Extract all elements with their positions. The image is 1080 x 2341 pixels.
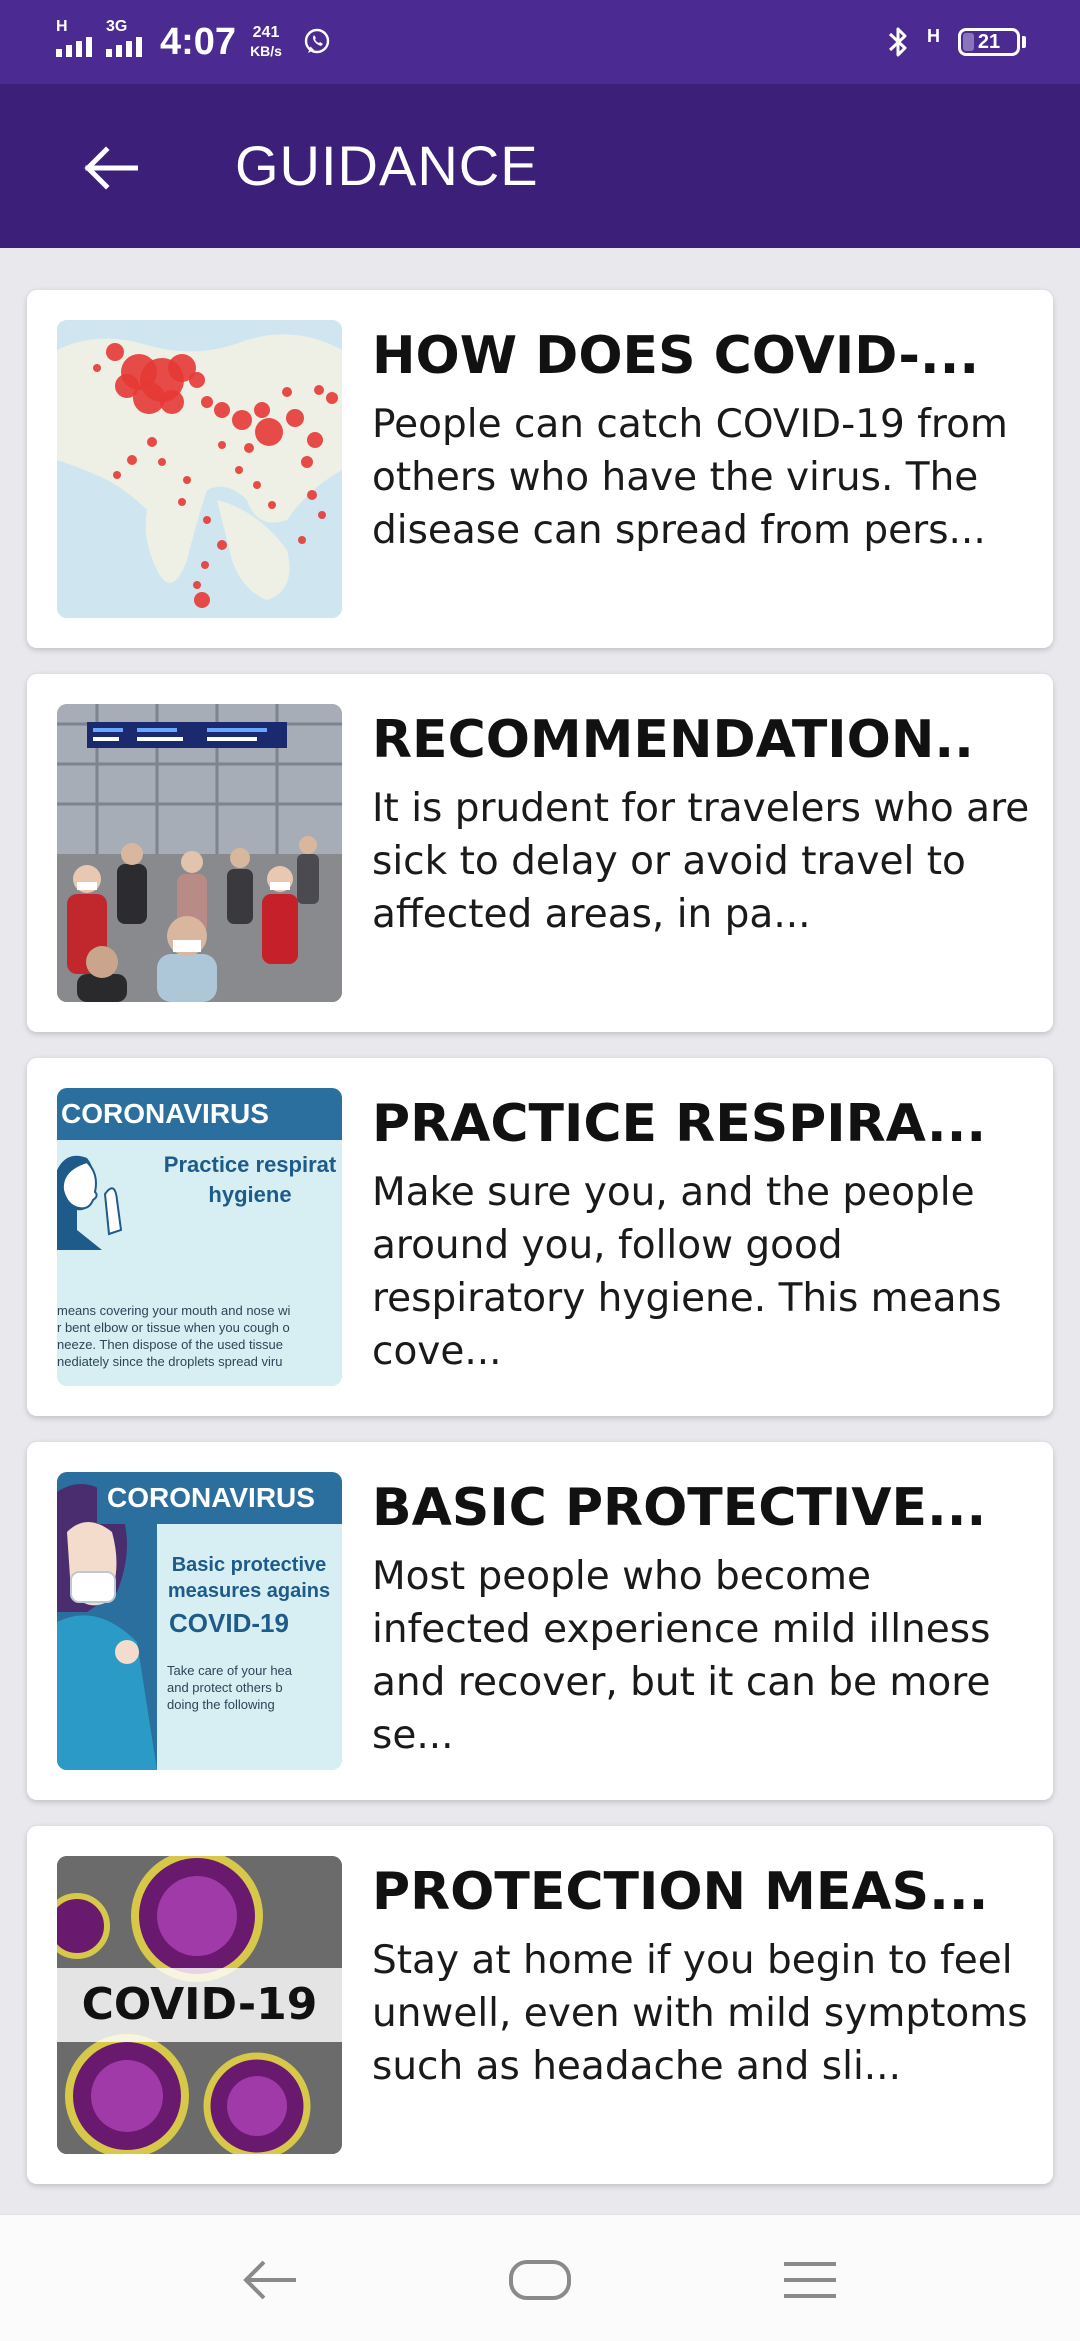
arrow-left-icon [84,146,138,190]
bluetooth-icon [888,27,907,57]
home-nav-icon [509,2260,571,2300]
status-left: H 3G 4:07 241 KB/s [56,19,332,64]
system-navigation-bar [0,2214,1080,2341]
network-type-label: H [927,26,940,46]
battery-icon: 21 [958,28,1026,56]
card-description: It is prudent for travelers who are sick… [372,786,1030,937]
guidance-card-transmission[interactable]: HOW DOES COVID-... People can catch COVI… [27,290,1053,648]
card-title: RECOMMENDATION.. [372,710,974,770]
clock-time: 4:07 [160,20,237,63]
thumb-text-line: and protect others b [167,1680,283,1695]
speed-value: 241 [252,24,280,41]
signal-2-label: 3G [106,18,128,35]
thumb-text-line: r bent elbow or tissue when you cough o [57,1320,290,1335]
coronavirus-image: COVID-19 [57,1856,342,2154]
signal-strength-1: H [56,19,92,57]
guidance-card-respiratory-hygiene[interactable]: CORONAVIRUS Practice respirat hygiene me… [27,1058,1053,1416]
page-title: GUIDANCE [235,134,539,197]
thumb-heading: Basic protective measures agains [167,1554,331,1602]
speed-unit: KB/s [250,43,282,59]
thumb-heading-covid: COVID-19 [169,1608,289,1638]
world-map-cases-icon [57,320,342,618]
card-description: Most people who become infected experien… [372,1554,991,1758]
battery-tip [1022,36,1026,48]
battery-fill [963,33,974,51]
signal-1-label: H [56,18,68,35]
thumb-heading: Practice respirat hygiene [163,1152,337,1207]
guidance-card-protective-measures[interactable]: CORONAVIRUS Basic protective measures ag… [27,1442,1053,1800]
thumb-text-line: neeze. Then dispose of the used tissue [57,1337,283,1352]
thumb-label: COVID-19 [57,1968,342,2042]
guidance-card-protection-measures[interactable]: COVID-19 PROTECTION MEAS... Stay at home… [27,1826,1053,2184]
card-description: Stay at home if you begin to feel unwell… [372,1938,1028,2089]
network-speed: 241 KB/s [250,24,282,60]
back-nav-icon [243,2260,296,2300]
battery-level: 21 [977,30,1001,53]
thumb-text-line: doing the following [167,1697,275,1712]
card-title: BASIC PROTECTIVE... [372,1478,987,1538]
status-right: H 21 [885,24,1026,60]
airport-travelers-image [57,704,342,1002]
thumb-banner: CORONAVIRUS [97,1472,342,1524]
app-bar: GUIDANCE [0,84,1080,248]
menu-nav-icon [784,2262,836,2298]
airport-travelers-icon [57,704,342,1002]
battery-body: 21 [958,28,1020,56]
card-title: PROTECTION MEAS... [372,1862,989,1922]
thumb-text-line: means covering your mouth and nose wi [57,1303,291,1318]
person-coughing-icon [57,1155,123,1250]
guidance-card-recommendations[interactable]: RECOMMENDATION.. It is prudent for trave… [27,674,1053,1032]
card-title: HOW DOES COVID-... [372,326,980,386]
status-bar: H 3G 4:07 241 KB/s H 21 [0,0,1080,84]
back-button[interactable] [78,136,142,200]
signal-strength-2: 3G [106,19,142,57]
respiratory-hygiene-image: CORONAVIRUS Practice respirat hygiene me… [57,1088,342,1386]
thumb-banner: CORONAVIRUS [57,1088,342,1140]
guidance-card-list: HOW DOES COVID-... People can catch COVI… [27,290,1053,2210]
whatsapp-icon [304,28,330,54]
nav-back-button[interactable] [235,2253,305,2307]
world-map-image [57,320,342,618]
nav-menu-button[interactable] [775,2253,845,2307]
thumb-text-line: nediately since the droplets spread viru [57,1354,283,1369]
protective-measures-image: CORONAVIRUS Basic protective measures ag… [57,1472,342,1770]
card-description: Make sure you, and the people around you… [372,1170,1002,1374]
thumb-text-line: Take care of your hea [167,1663,293,1678]
card-description: People can catch COVID-19 from others wh… [372,402,1008,553]
nav-home-button[interactable] [505,2253,575,2307]
card-title: PRACTICE RESPIRA... [372,1094,987,1154]
